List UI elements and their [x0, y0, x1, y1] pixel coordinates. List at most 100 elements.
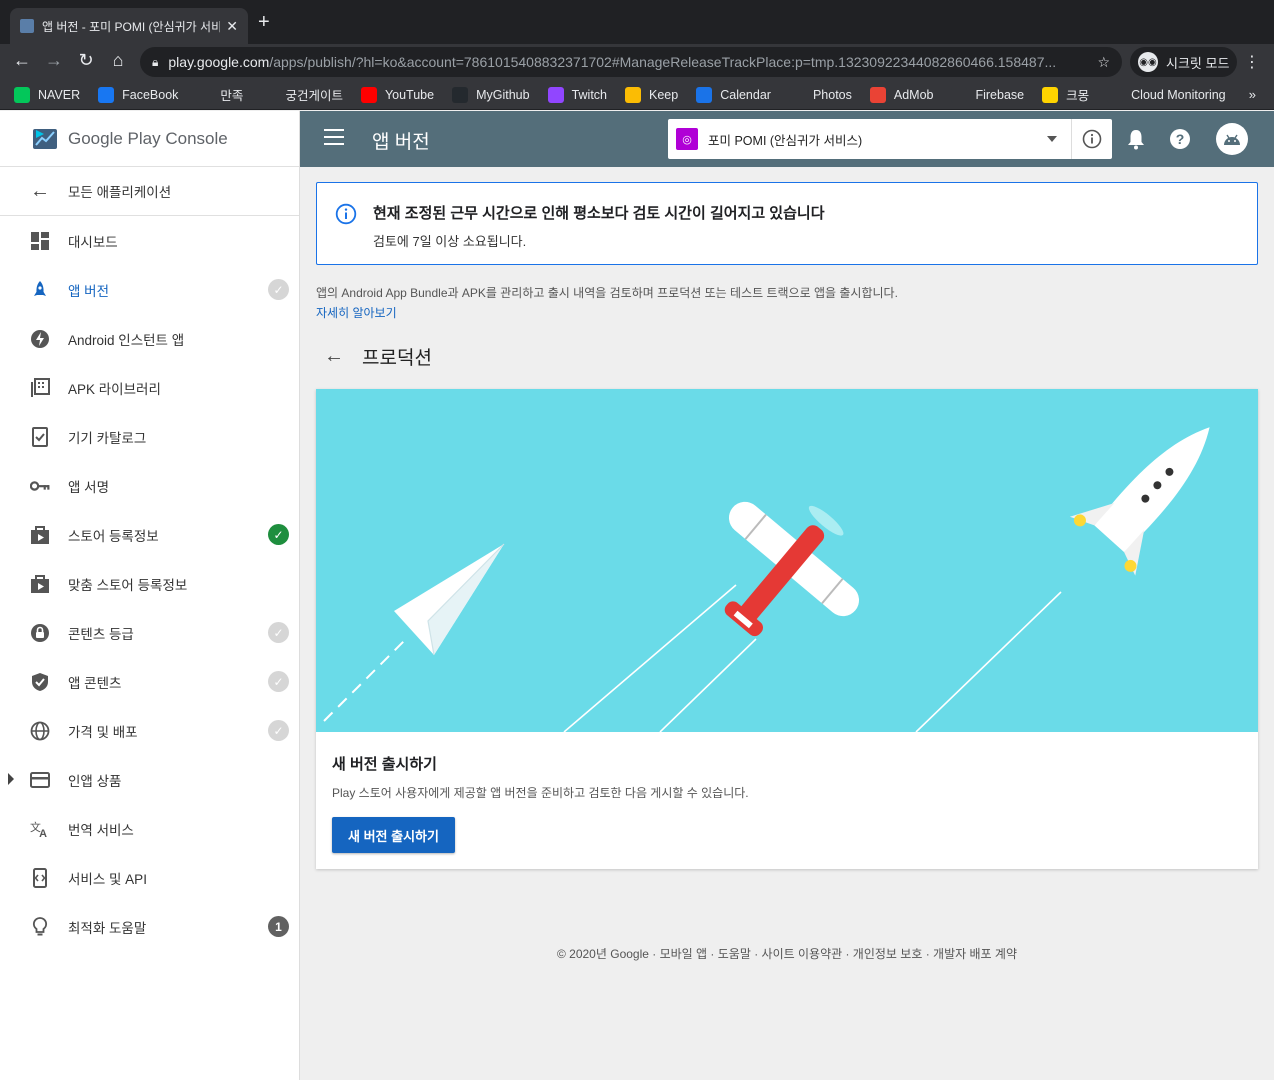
hamburger-menu-icon[interactable] — [324, 129, 344, 150]
browser-tabstrip: 앱 버전 - 포미 POMI (안심귀가 서비스) ✕ + — [0, 0, 1274, 44]
sidebar-item-0[interactable]: 대시보드 — [0, 216, 299, 265]
close-tab-icon[interactable]: ✕ — [226, 18, 238, 35]
youtube-icon — [360, 86, 377, 103]
sidebar-item-12[interactable]: 文 A 번역 서비스 — [0, 804, 299, 853]
bookmark-item[interactable]: 궁건게이트 — [261, 85, 343, 104]
bookmark-item[interactable]: 크몽 — [1042, 85, 1089, 104]
page-footer: © 2020년 Google · 모바일 앱 · 도움말 · 사이트 이용약관 … — [556, 947, 1017, 961]
bookmark-item[interactable]: Firebase — [951, 86, 1025, 103]
bookmark-item[interactable]: NAVER — [14, 86, 80, 103]
bookmark-label: Photos — [812, 87, 852, 102]
svg-text:A: A — [39, 828, 47, 839]
sidebar-item-label: 콘텐츠 등급 — [68, 626, 134, 642]
sidebar-item-14[interactable]: 최적화 도움말 1 — [0, 902, 299, 951]
reload-icon[interactable]: ↻ — [74, 50, 98, 71]
naver-icon — [14, 86, 30, 103]
card-icon — [30, 770, 50, 790]
chevron-down-icon — [1047, 136, 1057, 142]
bookmark-label: 크몽 — [1066, 89, 1090, 103]
status-check-icon: ✓ — [268, 720, 289, 741]
sidebar: Google Play Console ← 모든 애플리케이션 대시보드앱 버전… — [0, 111, 300, 1080]
sidebar-item-9[interactable]: 앱 콘텐츠 ✓ — [0, 657, 299, 706]
arrow-back-icon[interactable]: ← — [324, 345, 344, 368]
bookmark-item[interactable]: AdMob — [869, 86, 934, 103]
sidebar-item-3[interactable]: APK 라이브러리 — [0, 363, 299, 412]
bookmark-label: AdMob — [893, 87, 934, 102]
sidebar-item-label: 맞춤 스토어 등록정보 — [68, 577, 188, 593]
bookmark-label: YouTube — [384, 87, 435, 102]
incognito-icon: ◉◉ — [1138, 52, 1158, 72]
incognito-indicator[interactable]: ◉◉ 시크릿 모드 — [1130, 47, 1238, 77]
account-avatar[interactable] — [1216, 123, 1248, 155]
play-console-logo[interactable]: Google Play Console — [0, 111, 299, 167]
sidebar-item-label: 서비스 및 API — [68, 871, 147, 887]
sidebar-item-13[interactable]: 서비스 및 API — [0, 853, 299, 902]
browser-menu-icon[interactable]: ⋮ — [1244, 52, 1260, 72]
all-apps-link[interactable]: ← 모든 애플리케이션 — [0, 167, 299, 216]
back-icon[interactable]: ← — [10, 50, 34, 71]
twitch-icon — [547, 86, 564, 103]
dots-icon — [196, 86, 213, 103]
sidebar-item-2[interactable]: Android 인스턴트 앱 — [0, 314, 299, 363]
instant-icon — [30, 329, 50, 349]
bookmark-item[interactable]: MyGithub — [452, 86, 530, 103]
section-title: 프로덕션 — [362, 348, 432, 369]
address-bar[interactable]: 🔒︎ play.google.com /apps/publish/?hl=ko&… — [140, 47, 1122, 77]
bulb-icon — [30, 916, 50, 937]
bookmark-item[interactable]: Calendar — [696, 86, 771, 103]
play-console-icon — [33, 128, 57, 149]
sidebar-item-6[interactable]: 스토어 등록정보 ✓ — [0, 510, 299, 559]
store-icon — [30, 525, 50, 545]
more-bookmarks-icon[interactable]: » — [1249, 87, 1256, 102]
bookmark-item[interactable]: Twitch — [547, 86, 607, 103]
notifications-bell-icon[interactable] — [1124, 127, 1148, 151]
bookmark-label: Firebase — [975, 87, 1025, 102]
browser-toolbar: ← → ↻ ⌂ 🔒︎ play.google.com /apps/publish… — [0, 44, 1274, 80]
sidebar-item-11[interactable]: 인앱 상품 — [0, 755, 299, 804]
bookmark-item[interactable]: Cloud Monitoring — [1107, 86, 1226, 103]
bookmark-item[interactable]: FaceBook — [98, 86, 178, 103]
facebook-icon — [98, 86, 115, 103]
bookmark-label: MyGithub — [476, 87, 530, 102]
review-time-notice: 현재 조정된 근무 시간으로 인해 평소보다 검토 시간이 길어지고 있습니다 … — [316, 182, 1258, 265]
bookmark-item[interactable]: YouTube — [360, 86, 435, 103]
app-info-icon[interactable] — [1072, 129, 1112, 149]
bookmark-label: Cloud Monitoring — [1131, 87, 1226, 102]
sidebar-item-label: Android 인스턴트 앱 — [68, 332, 185, 348]
app-selector[interactable]: ◎ 포미 POMI (안심귀가 서비스) — [668, 119, 1112, 159]
page-description: 앱의 Android App Bundle과 APK를 관리하고 출시 내역을 … — [316, 286, 898, 300]
translate-icon: 文A — [30, 819, 50, 839]
expand-icon[interactable] — [8, 773, 14, 785]
sidebar-item-8[interactable]: 콘텐츠 등급 ✓ — [0, 608, 299, 657]
bookmark-item[interactable]: Keep — [625, 86, 678, 103]
sidebar-item-7[interactable]: 맞춤 스토어 등록정보 — [0, 559, 299, 608]
sidebar-item-10[interactable]: 가격 및 배포 ✓ — [0, 706, 299, 755]
bookmark-star-icon[interactable]: ☆ — [1097, 54, 1110, 71]
favicon-icon — [20, 19, 34, 33]
sidebar-item-label: 스토어 등록정보 — [68, 528, 159, 544]
photos-icon — [788, 86, 805, 103]
bookmark-item[interactable]: 만족 — [196, 85, 243, 104]
status-check-icon: ✓ — [268, 279, 289, 300]
device-icon — [30, 426, 50, 447]
tab-title: 앱 버전 - 포미 POMI (안심귀가 서비스) — [42, 19, 221, 34]
release-illustration — [316, 389, 1258, 732]
bookmarks-bar: NAVER FaceBook 만족 궁건게이트 YouTube MyGithub Twitc… — [0, 80, 1274, 110]
learn-more-link[interactable]: 자세히 알아보기 — [316, 304, 397, 321]
browser-tab[interactable]: 앱 버전 - 포미 POMI (안심귀가 서비스) ✕ — [10, 8, 248, 44]
sidebar-item-1[interactable]: 앱 버전 ✓ — [0, 265, 299, 314]
home-icon[interactable]: ⌂ — [106, 50, 130, 71]
incognito-label: 시크릿 모드 — [1166, 55, 1230, 71]
create-release-button[interactable]: 새 버전 출시하기 — [332, 817, 455, 853]
kmong-icon — [1042, 86, 1059, 103]
production-section-header: ← 프로덕션 — [324, 343, 432, 370]
forward-icon[interactable]: → — [42, 50, 66, 71]
sidebar-item-4[interactable]: 기기 카탈로그 — [0, 412, 299, 461]
sidebar-item-5[interactable]: 앱 서명 — [0, 461, 299, 510]
new-tab-icon[interactable]: + — [258, 12, 270, 32]
sidebar-item-label: 대시보드 — [68, 234, 118, 250]
help-icon[interactable]: ? — [1168, 127, 1192, 151]
bookmark-item[interactable]: Photos — [788, 86, 852, 103]
keep-icon — [625, 86, 642, 103]
monitoring-icon — [1107, 86, 1124, 103]
